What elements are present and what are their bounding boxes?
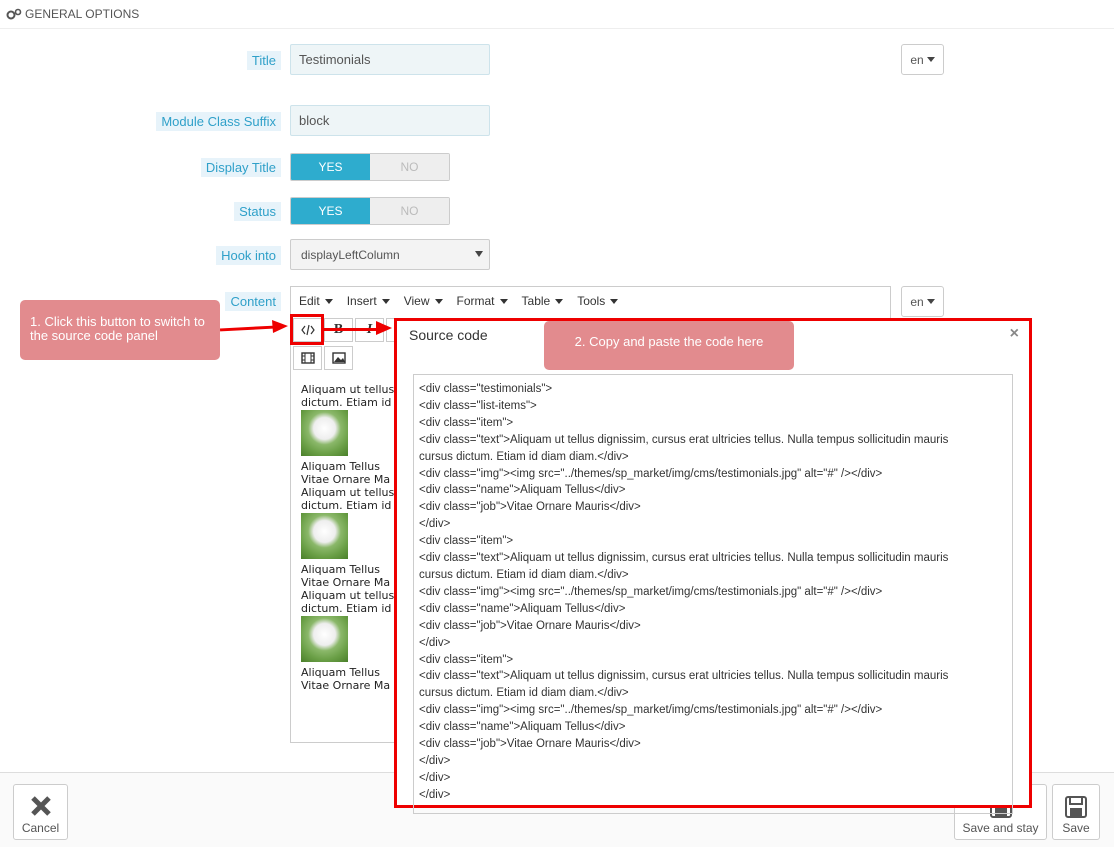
preview-text: Aliquam ut tellus bbox=[301, 589, 395, 602]
menu-tools[interactable]: Tools bbox=[577, 294, 619, 308]
image-icon bbox=[331, 352, 346, 364]
modal-title: Source code bbox=[409, 327, 488, 343]
preview-job: Vitae Ornare Ma bbox=[301, 576, 391, 589]
content-lang-dropdown[interactable]: en bbox=[901, 286, 944, 317]
preview-name: Aliquam Tellus bbox=[301, 563, 380, 576]
save-icon bbox=[1065, 796, 1087, 818]
hook-label: Hook into bbox=[216, 246, 281, 265]
display-title-yes[interactable]: YES bbox=[291, 154, 370, 180]
status-yes[interactable]: YES bbox=[291, 198, 370, 224]
preview-name: Aliquam Tellus bbox=[301, 666, 380, 679]
suffix-label: Module Class Suffix bbox=[156, 112, 281, 131]
save-button[interactable]: Save bbox=[1052, 784, 1100, 840]
preview-text: dictum. Etiam id bbox=[301, 396, 392, 409]
panel-title: GENERAL OPTIONS bbox=[25, 7, 140, 21]
arrow-line bbox=[219, 325, 276, 332]
preview-text: Aliquam ut tellus bbox=[301, 486, 395, 499]
preview-job: Vitae Ornare Ma bbox=[301, 473, 391, 486]
menu-edit[interactable]: Edit bbox=[299, 294, 333, 308]
status-label: Status bbox=[234, 202, 281, 221]
menu-insert[interactable]: Insert bbox=[347, 294, 390, 308]
menu-view[interactable]: View bbox=[404, 294, 443, 308]
status-no[interactable]: NO bbox=[370, 198, 449, 224]
testimonial-image bbox=[301, 410, 348, 456]
suffix-input[interactable]: block bbox=[290, 105, 490, 136]
editor-toolbar-row2 bbox=[293, 346, 355, 370]
menu-table[interactable]: Table bbox=[522, 294, 564, 308]
preview-text: Aliquam ut tellus bbox=[301, 383, 395, 396]
select-arrow-icon bbox=[475, 251, 483, 257]
status-switch[interactable]: YES NO bbox=[290, 197, 450, 225]
source-code-textarea[interactable]: <div class="testimonials"> <div class="l… bbox=[413, 374, 1013, 814]
display-title-label: Display Title bbox=[200, 158, 281, 177]
cancel-button[interactable]: Cancel bbox=[13, 784, 68, 840]
arrow-head-icon bbox=[272, 320, 288, 333]
editor-menubar: Edit Insert View Format Table Tools bbox=[291, 287, 890, 315]
panel-heading: GENERAL OPTIONS bbox=[0, 0, 1114, 29]
title-input[interactable]: Testimonials bbox=[290, 44, 490, 75]
source-code-modal: Source code × <div class="testimonials">… bbox=[394, 318, 1032, 814]
preview-job: Vitae Ornare Ma bbox=[301, 679, 391, 692]
preview-name: Aliquam Tellus bbox=[301, 460, 380, 473]
testimonial-image bbox=[301, 616, 348, 662]
step1-callout: 1. Click this button to switch to the so… bbox=[20, 300, 220, 360]
insert-video-button[interactable] bbox=[293, 346, 322, 370]
arrow-head-icon bbox=[376, 321, 392, 335]
menu-format[interactable]: Format bbox=[457, 294, 508, 308]
caret-down-icon bbox=[926, 57, 935, 62]
caret-down-icon bbox=[926, 299, 935, 304]
close-icon[interactable]: × bbox=[1010, 325, 1019, 343]
title-label: Title bbox=[246, 51, 281, 70]
step2-callout: 2. Copy and paste the code here bbox=[544, 321, 794, 370]
content-label: Content bbox=[225, 292, 281, 311]
preview-text: dictum. Etiam id bbox=[301, 499, 392, 512]
arrow-line bbox=[322, 328, 380, 331]
display-title-no[interactable]: NO bbox=[370, 154, 449, 180]
editor-content[interactable]: Aliquam ut tellus dictum. Etiam id Aliqu… bbox=[301, 383, 401, 692]
source-button-highlight bbox=[290, 314, 324, 345]
close-icon bbox=[30, 796, 51, 816]
preview-text: dictum. Etiam id bbox=[301, 602, 392, 615]
insert-image-button[interactable] bbox=[324, 346, 353, 370]
cogs-icon bbox=[6, 8, 22, 20]
title-lang-dropdown[interactable]: en bbox=[901, 44, 944, 75]
display-title-switch[interactable]: YES NO bbox=[290, 153, 450, 181]
testimonial-image bbox=[301, 513, 348, 559]
film-icon bbox=[300, 352, 315, 364]
hook-select[interactable]: displayLeftColumn bbox=[290, 239, 490, 270]
